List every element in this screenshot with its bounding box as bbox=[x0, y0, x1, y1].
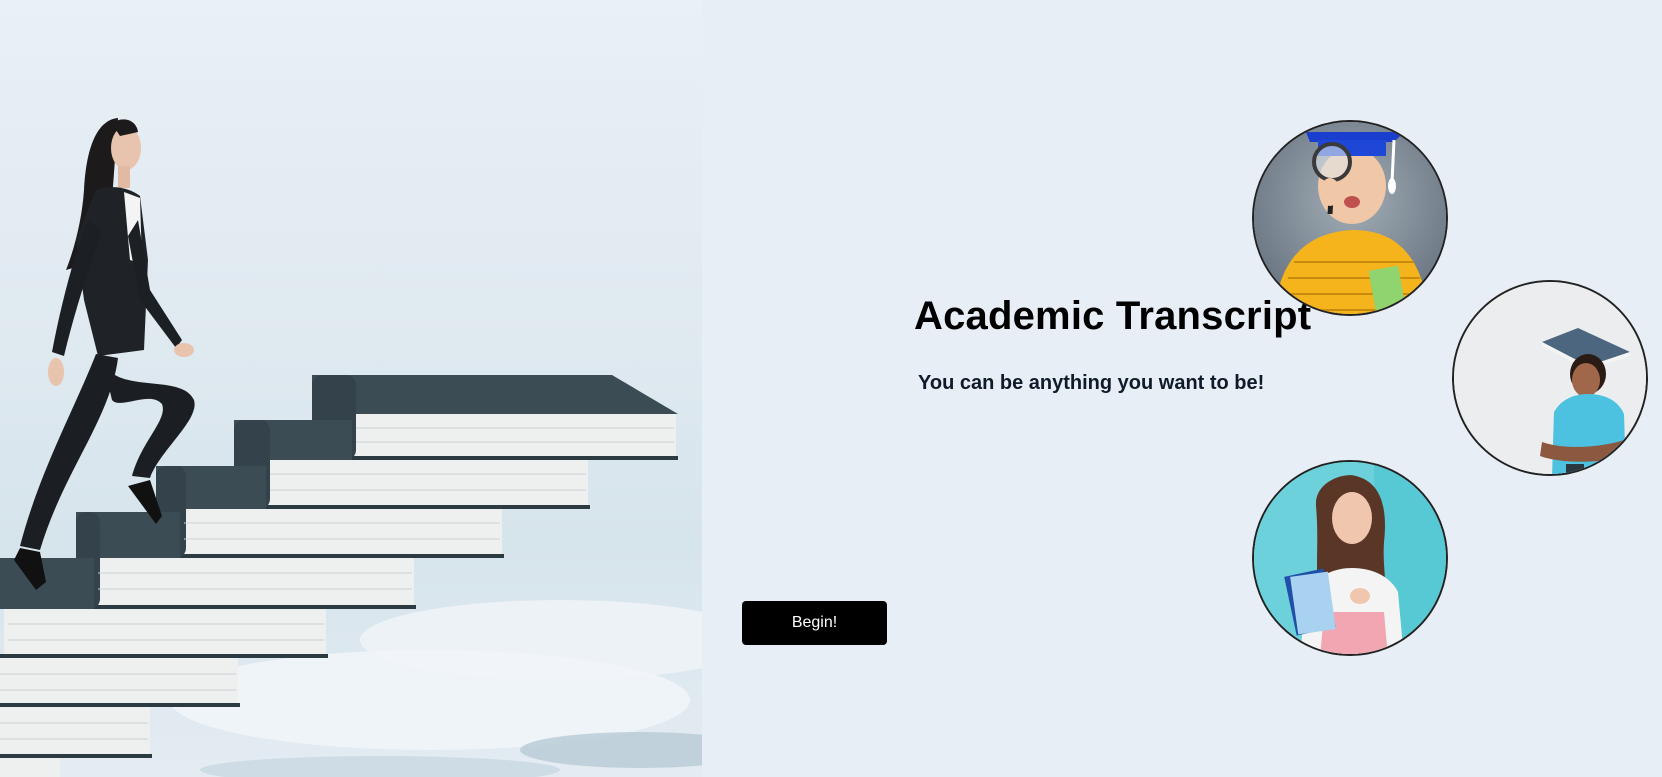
avatar-woman-notebooks bbox=[1252, 460, 1448, 656]
avatar-boy-graduation bbox=[1252, 120, 1448, 316]
begin-button[interactable]: Begin! bbox=[742, 601, 887, 645]
page-title: Academic Transcript bbox=[914, 294, 1312, 338]
book-stairs-illustration bbox=[0, 118, 702, 777]
woman-with-notebooks-image bbox=[1254, 462, 1446, 654]
hero-illustration bbox=[0, 0, 702, 777]
girl-with-book-image bbox=[1454, 282, 1646, 474]
page-subtitle: You can be anything you want to be! bbox=[918, 372, 1265, 394]
boy-with-magnifier-image bbox=[1254, 122, 1446, 314]
avatar-girl-book bbox=[1452, 280, 1648, 476]
page: Academic Transcript You can be anything … bbox=[0, 0, 1662, 777]
